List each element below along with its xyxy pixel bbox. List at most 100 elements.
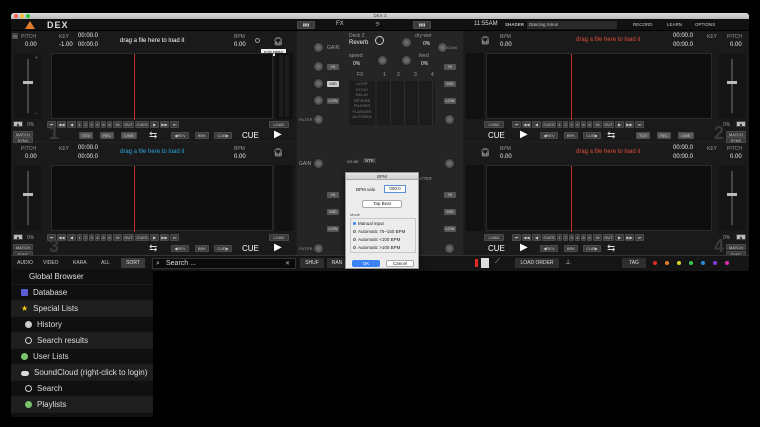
crossfader-icon[interactable]: ⊥ xyxy=(565,258,571,266)
cue-button[interactable]: CUE xyxy=(488,131,505,140)
nudge-forward-button[interactable]: ▶ xyxy=(615,234,624,241)
fx-item[interactable]: AUTOPAN xyxy=(349,114,375,120)
karaoke-filter-button[interactable]: KARA xyxy=(73,260,87,266)
cancel-button[interactable]: Cancel xyxy=(386,260,414,267)
keylock-button[interactable]: 🔒︎ xyxy=(13,121,23,127)
cue-play-button[interactable]: CUE▶ xyxy=(583,132,601,139)
bpm-value[interactable]: 0.00 xyxy=(500,154,512,160)
hotcue-1[interactable]: 1 xyxy=(557,121,562,128)
track-end-button[interactable]: ⏭ xyxy=(635,234,644,241)
video-view-button[interactable]: ▮▮▮ xyxy=(413,21,431,29)
hotcue-4[interactable]: 4 xyxy=(575,234,580,241)
filter-knob[interactable] xyxy=(313,114,324,125)
mid-kill-button-lower-right[interactable]: MID xyxy=(444,209,456,215)
playlist-view-icon[interactable] xyxy=(481,258,489,268)
fast-forward-button[interactable]: ▶▶ xyxy=(160,234,169,241)
tag-color-yellow[interactable] xyxy=(677,261,681,265)
feed-knob[interactable] xyxy=(401,55,412,66)
cue-button[interactable]: CUE xyxy=(488,244,505,253)
headphones-icon[interactable]: 🎧︎ xyxy=(273,148,283,157)
mode-option-auto-75-150[interactable]: Automatic 75~150 BPM xyxy=(353,229,405,234)
low-kill-button-lower[interactable]: LOW xyxy=(327,226,339,232)
load-button[interactable]: LOAD xyxy=(484,121,504,128)
play-button[interactable]: ▶ xyxy=(520,242,528,253)
tag-color-purple[interactable] xyxy=(713,261,717,265)
rel-button[interactable]: REL xyxy=(657,132,671,139)
tag-color-red[interactable] xyxy=(653,261,657,265)
nudge-forward-button[interactable]: ▶ xyxy=(150,234,159,241)
tag-color-pink[interactable] xyxy=(725,261,729,265)
all-filter-button[interactable]: ALL xyxy=(101,260,110,266)
load-button[interactable]: LOAD xyxy=(484,234,504,241)
fx-power-icon[interactable] xyxy=(375,36,384,45)
cues-button[interactable]: CUES xyxy=(135,234,149,241)
fast-forward-button[interactable]: ▶▶ xyxy=(160,121,169,128)
line-button[interactable]: LINE xyxy=(678,132,694,139)
nudge-forward-button[interactable]: ▶ xyxy=(615,121,624,128)
hi-knob[interactable] xyxy=(313,61,324,72)
fx-tab[interactable]: FX xyxy=(336,21,344,27)
loop-in-button[interactable]: IN xyxy=(593,234,602,241)
hotcue-6[interactable]: 6 xyxy=(107,121,112,128)
filter-knob-right[interactable] xyxy=(444,114,455,125)
sidebar-item-soundcloud[interactable]: SoundCloud (right-click to login) xyxy=(11,365,153,381)
loop-toggle-icon[interactable]: ⇆ xyxy=(607,130,615,141)
mid-knob[interactable] xyxy=(313,78,324,89)
keylock-button[interactable]: 🔒︎ xyxy=(736,121,746,127)
loop-out-button[interactable]: OUT xyxy=(603,121,614,128)
hi-kill-button-lower-right[interactable]: HI xyxy=(444,192,456,198)
cue-play-button[interactable]: CUE▶ xyxy=(583,245,601,252)
hotcue-2[interactable]: 2 xyxy=(83,121,88,128)
pitch-slider-handle[interactable] xyxy=(23,81,33,84)
tag-color-green[interactable] xyxy=(689,261,693,265)
pitch-slider-handle[interactable] xyxy=(727,193,737,196)
loop-toggle-icon[interactable]: ⇆ xyxy=(607,243,615,254)
cues-button[interactable]: CUES xyxy=(135,121,149,128)
keylock-button[interactable]: 🔒︎ xyxy=(13,234,23,240)
loop-in-button[interactable]: IN xyxy=(113,234,122,241)
fast-forward-button[interactable]: ▶▶ xyxy=(625,234,634,241)
nudge-back-button[interactable]: ◀ xyxy=(67,234,76,241)
cue-play-button[interactable]: CUE▶ xyxy=(214,245,232,252)
hotcue-3[interactable]: 3 xyxy=(569,234,574,241)
bpm-edit-icon[interactable] xyxy=(255,38,260,43)
bpm-value-input[interactable]: 000.0 xyxy=(384,185,406,193)
hi-kill-button[interactable]: HI xyxy=(327,64,339,70)
track-end-button[interactable]: ⏭ xyxy=(170,234,179,241)
rewind-button[interactable]: ◀◀ xyxy=(522,121,531,128)
brake-button[interactable]: BRK xyxy=(564,132,578,139)
sidebar-item-search-results[interactable]: Search results xyxy=(11,333,153,349)
fx-grid[interactable] xyxy=(377,81,435,125)
tag-button[interactable]: TAG xyxy=(622,258,646,268)
reverse-button[interactable]: ◀REV xyxy=(540,132,558,139)
cues-button[interactable]: CUES xyxy=(542,234,556,241)
audio-filter-button[interactable]: AUDIO xyxy=(17,260,33,266)
clear-search-icon[interactable]: ✕ xyxy=(285,260,290,267)
sidebar-item-database[interactable]: Database xyxy=(11,285,153,301)
cue-button[interactable]: CUE xyxy=(242,131,259,140)
hotcue-1[interactable]: 1 xyxy=(557,234,562,241)
load-button[interactable]: LOAD xyxy=(269,234,289,241)
hotcue-6[interactable]: 6 xyxy=(107,234,112,241)
hi-kill-button-lower[interactable]: HI xyxy=(327,192,339,198)
pitch-reset-button[interactable]: ⊟ xyxy=(12,33,18,39)
video-filter-button[interactable]: VIDEO xyxy=(43,260,59,266)
waveform-display[interactable] xyxy=(51,53,273,120)
zoom-window-button[interactable] xyxy=(26,14,30,18)
track-end-button[interactable]: ⏭ xyxy=(635,121,644,128)
sidebar-item-search[interactable]: Search xyxy=(11,381,153,397)
play-button[interactable]: ▶ xyxy=(274,242,282,253)
sidebar-item-user-lists[interactable]: User Lists xyxy=(11,349,153,365)
low-kill-button-right[interactable]: LOW xyxy=(444,98,456,104)
hotcue-5[interactable]: 5 xyxy=(581,234,586,241)
hotcue-4[interactable]: 4 xyxy=(95,234,100,241)
shader-select[interactable]: Dancing Sinus xyxy=(527,21,617,29)
fx-effect-name[interactable]: Reverb xyxy=(349,40,368,46)
search-box[interactable]: ⌕ Search ... ✕ xyxy=(152,258,296,269)
filter-knob-lower[interactable] xyxy=(313,243,324,254)
hotcue-5[interactable]: 5 xyxy=(101,121,106,128)
hotcue-1[interactable]: 1 xyxy=(77,234,82,241)
loop-toggle-icon[interactable]: ⇆ xyxy=(149,130,157,141)
mode-option-auto-over-100[interactable]: Automatic >100 BPM xyxy=(353,245,400,250)
loop-toggle-icon[interactable]: ⇆ xyxy=(149,243,157,254)
